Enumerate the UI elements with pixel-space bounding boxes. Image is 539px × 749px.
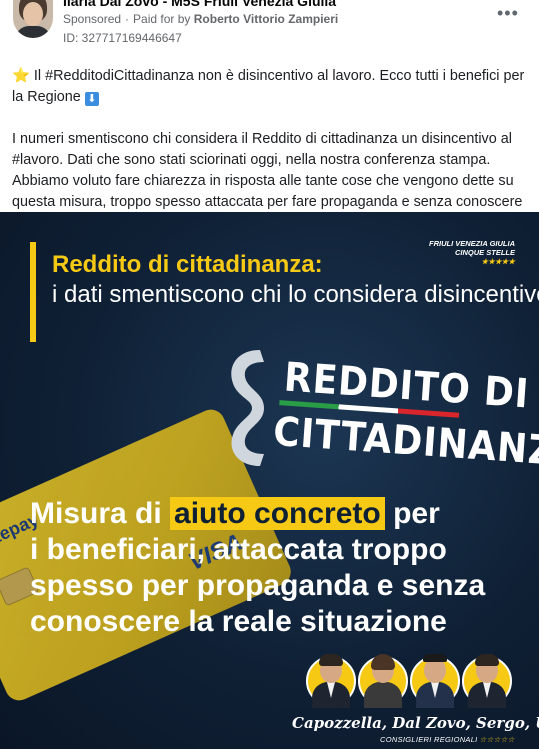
council-stars: ☆☆☆☆☆ [479, 735, 515, 744]
headline-highlight: aiuto concreto [170, 497, 385, 530]
person-hair [423, 654, 447, 662]
brand-line2-text: CINQUE STELLE [454, 248, 515, 257]
ad-headline: Misura di aiuto concreto per i beneficia… [30, 496, 485, 640]
person-suit [364, 682, 402, 708]
paid-for-name: Roberto Vittorio Zampieri [193, 12, 339, 26]
headline-line4: conoscere la reale situazione [30, 605, 447, 638]
author-avatar[interactable] [13, 0, 53, 38]
brand-stars: ★★★★★ [481, 257, 515, 266]
person-hair [475, 654, 499, 666]
sponsored-label: Sponsored [63, 12, 122, 26]
headline-line1: Misura di aiuto concreto per [30, 496, 485, 532]
avatar-face [23, 2, 43, 26]
ad-title: Reddito di cittadinanza: [52, 251, 323, 278]
arrow-down-icon: ⬇ [84, 92, 99, 106]
rdc-logo-line2: CITTADINANZA [271, 408, 539, 477]
council-text: CONSIGLIERI REGIONALI [380, 735, 478, 744]
post-header: Ilaria Dal Zovo - M5S Friuli Venezia Giu… [0, 0, 539, 62]
councillor-photo [410, 652, 460, 712]
councillor-photo [306, 652, 356, 712]
brand-line2: CINQUE STELLE ★★★★★ [425, 248, 515, 266]
councillor-names: Capozzella, Dal Zovo, Sergo, Ussai [292, 714, 539, 732]
person-hair [319, 654, 343, 666]
councillor-photo [462, 652, 512, 712]
person-hair [371, 654, 395, 670]
more-options-icon[interactable]: ••• [497, 4, 518, 26]
councillors-photos [306, 652, 516, 712]
m5s-brand: FRIULI VENEZIA GIULIA CINQUE STELLE ★★★★… [425, 239, 515, 266]
title-accent-bar [30, 242, 36, 342]
sponsored-line: Sponsored · Paid for by Roberto Vittorio Z… [63, 12, 338, 26]
councillor-photo [358, 652, 408, 712]
ad-id: ID: 327717169446647 [63, 31, 182, 45]
avatar-shirt [15, 26, 51, 38]
author-name[interactable]: Ilaria Dal Zovo - M5S Friuli Venezia Giu… [63, 0, 336, 9]
ad-image[interactable]: postepay VISA Reddito di cittadinanza: i… [0, 212, 539, 749]
rdc-logo: REDDITO DI CITTADINANZA [272, 354, 539, 500]
rdc-logo-mark-icon [231, 350, 264, 466]
council-label: CONSIGLIERI REGIONALI ☆☆☆☆☆ [380, 735, 515, 744]
separator-dot: · [125, 12, 130, 26]
star-icon: ⭐ [12, 68, 30, 84]
headline-post: per [384, 497, 440, 530]
brand-line1: FRIULI VENEZIA GIULIA [429, 239, 515, 248]
ad-subtitle: i dati smentiscono chi lo considera disi… [52, 281, 539, 308]
headline-line2: i beneficiari, attaccata troppo [30, 533, 447, 566]
headline-pre: Misura di [30, 497, 171, 530]
paid-for-label: Paid for by [133, 12, 191, 26]
post-paragraph-1: ⭐ Il #RedditodiCittadinanza non è disinc… [12, 66, 532, 108]
headline-line3: spesso per propaganda e senza [30, 569, 486, 602]
